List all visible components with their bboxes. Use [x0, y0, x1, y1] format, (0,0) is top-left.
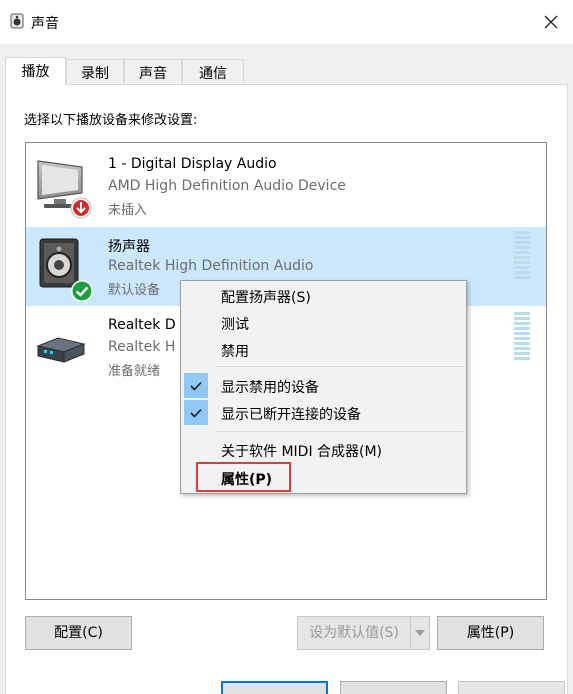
properties-button[interactable]: 属性(P)	[437, 616, 544, 650]
tab-recording[interactable]: 录制	[66, 59, 124, 83]
speaker-icon	[10, 13, 24, 29]
menu-item-about-midi[interactable]: 关于软件 MIDI 合成器(M)	[181, 436, 466, 463]
tab-sounds[interactable]: 声音	[124, 59, 182, 83]
checkmark-icon	[184, 400, 208, 425]
menu-separator	[215, 431, 463, 432]
set-default-button[interactable]: 设为默认值(S)	[297, 616, 411, 650]
menu-item-show-disconnected[interactable]: 显示已断开连接的设备	[181, 399, 466, 426]
set-default-dropdown[interactable]	[410, 616, 430, 650]
menu-item-show-disabled[interactable]: 显示禁用的设备	[181, 372, 466, 399]
menu-item-test[interactable]: 测试	[181, 309, 466, 336]
volume-level-meter	[514, 312, 530, 362]
close-icon	[544, 15, 558, 29]
menu-separator	[215, 366, 463, 367]
window-title: 声音	[31, 16, 59, 32]
chevron-down-icon	[415, 630, 425, 636]
ok-button[interactable]	[221, 681, 328, 694]
device-driver: Realtek H	[108, 339, 176, 355]
highlight-annotation	[196, 462, 291, 492]
configure-button[interactable]: 配置(C)	[25, 616, 132, 650]
digital-output-icon	[36, 337, 86, 363]
device-status: 准备就绪	[108, 364, 161, 379]
cancel-button[interactable]	[340, 681, 447, 694]
device-name: 1 - Digital Display Audio	[108, 156, 277, 172]
tab-playback[interactable]: 播放	[5, 57, 66, 85]
device-status: 未插入	[108, 203, 148, 218]
apply-button[interactable]	[458, 681, 565, 694]
menu-item-disable[interactable]: 禁用	[181, 336, 466, 363]
checkmark-icon	[184, 373, 208, 398]
device-name: 扬声器	[108, 239, 150, 255]
instruction-label: 选择以下播放设备来修改设置:	[24, 113, 198, 128]
unplugged-arrow-icon	[70, 197, 92, 219]
tab-communications[interactable]: 通信	[182, 59, 244, 83]
volume-level-meter	[514, 231, 530, 281]
device-driver: AMD High Definition Audio Device	[108, 178, 346, 194]
title-bar: 声音	[0, 0, 573, 44]
device-driver: Realtek High Definition Audio	[108, 258, 314, 274]
device-status: 默认设备	[108, 283, 161, 298]
list-item-digital-display-audio[interactable]: 1 - Digital Display Audio AMD High Defin…	[26, 147, 546, 226]
device-name: Realtek D	[108, 317, 176, 333]
close-button[interactable]	[529, 2, 573, 42]
default-check-icon	[71, 280, 93, 302]
menu-item-configure-speakers[interactable]: 配置扬声器(S)	[181, 282, 466, 309]
